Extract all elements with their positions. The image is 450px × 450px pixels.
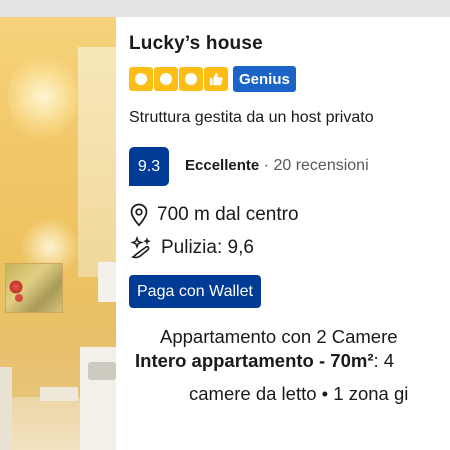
property-title[interactable]: Lucky’s house (129, 33, 263, 55)
review-score-badge: 9.3 (129, 147, 169, 186)
photo-flower (9, 280, 23, 294)
quality-square-icon (154, 67, 178, 91)
photo-flower-2 (15, 294, 23, 302)
cleanliness-text: Pulizia: 9,6 (161, 237, 254, 258)
photo-floor (0, 397, 80, 450)
apartment-type: Appartamento con 2 Camere (160, 326, 398, 347)
quality-square-icon (129, 67, 153, 91)
top-strip (0, 0, 450, 17)
photo-wall (78, 47, 116, 277)
pay-with-wallet-badge[interactable]: Paga con Wallet (129, 275, 261, 308)
distance-row: 700 m dal centro (129, 202, 299, 228)
apartment-summary: Intero appartamento - 70m²: 4 (135, 350, 394, 372)
rating-row: Genius (129, 66, 296, 92)
location-pin-icon (130, 203, 148, 227)
apartment-summary-bold: Intero appartamento - 70m² (135, 350, 374, 371)
photo-light (8, 52, 78, 142)
thumbs-up-icon (204, 67, 228, 91)
review-separator: · (263, 157, 269, 174)
apartment-summary-rest: : 4 (373, 350, 395, 371)
quality-square-icon (179, 67, 203, 91)
distance-text: 700 m dal centro (157, 204, 299, 225)
review-label: Eccellente (185, 157, 260, 174)
apartment-rooms: camere da letto • 1 zona gi (189, 383, 409, 404)
photo-painting (5, 263, 63, 313)
photo-stove (88, 362, 116, 380)
property-card[interactable]: Lucky’s house Genius Struttura gestita d… (116, 17, 450, 450)
review-summary[interactable]: Eccellente · 20 recensioni (185, 157, 369, 175)
sparkle-clean-icon (130, 236, 151, 259)
genius-badge: Genius (233, 66, 296, 92)
host-label: Struttura gestita da un host privato (129, 109, 374, 126)
photo-chair (0, 367, 12, 450)
property-photo[interactable] (0, 17, 116, 450)
review-count: 20 recensioni (273, 157, 369, 174)
photo-appliance (98, 262, 116, 302)
photo-cabinet (40, 387, 78, 401)
cleanliness-row: Pulizia: 9,6 (129, 235, 254, 261)
